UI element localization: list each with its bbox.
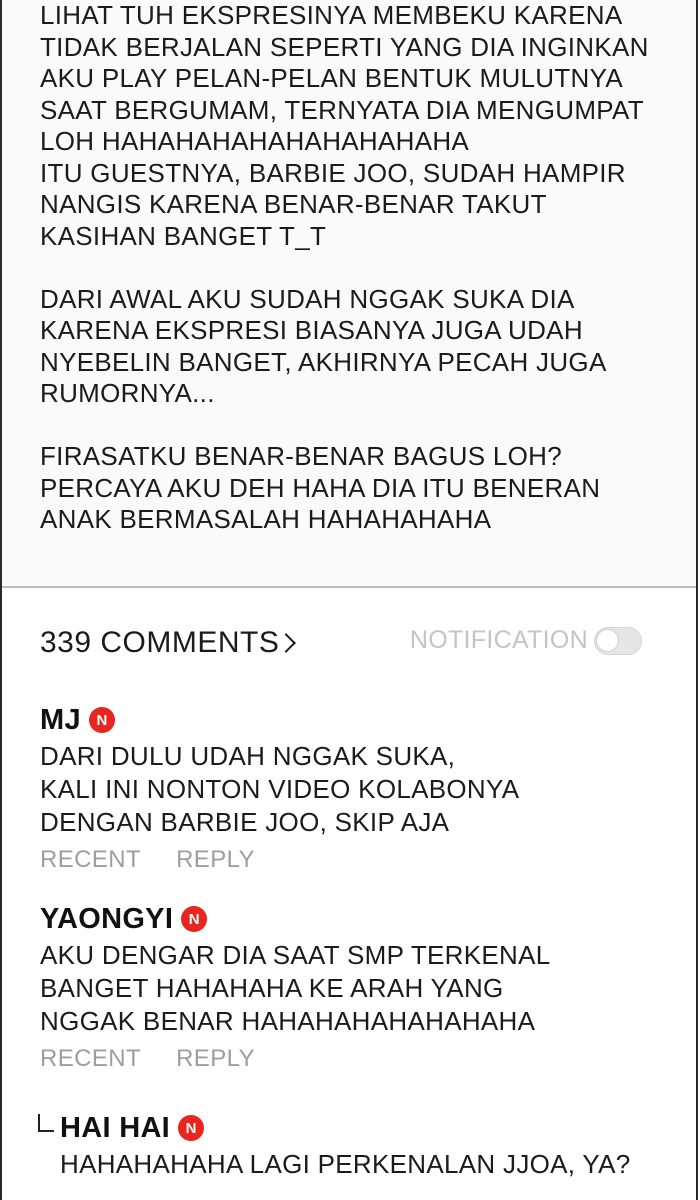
reply-button[interactable]: REPLY (176, 846, 255, 874)
post-line: KASIHAN BANGET T_T (40, 220, 327, 251)
toggle-knob (596, 628, 619, 652)
notification-control: NOTIFICATION (410, 626, 642, 655)
webtoon-panel: LIHAT TUH EKSPRESINYA MEMBEKU KARENA TID… (0, 0, 698, 1200)
post-line: ITU GUESTNYA, BARBIE JOO, SUDAH HAMPIR (40, 157, 626, 188)
post-line: KARENA EKSPRESI BIASANYA JUGA UDAH (40, 315, 583, 345)
post-line: NYEBELIN BANGET, AKHIRNYA PECAH JUGA (40, 346, 607, 377)
comments-section: 339 COMMENTS NOTIFICATION MJ N DARI DULU… (2, 588, 696, 1181)
reply-indent-icon (38, 1114, 54, 1132)
comment-header: HAI HAI N (60, 1108, 696, 1148)
notification-label: NOTIFICATION (409, 626, 588, 654)
commenter-name[interactable]: MJ (40, 704, 81, 737)
commenter-name[interactable]: HAI HAI (60, 1112, 170, 1145)
chevron-right-icon (276, 633, 297, 653)
notification-toggle[interactable] (594, 626, 642, 655)
comment-text-line: DENGAN BARBIE JOO, SKIP AJA (40, 807, 450, 837)
post-line: SAAT BERGUMAM, TERNYATA DIA MENGUMPAT (40, 94, 644, 125)
commenter-name[interactable]: YAONGYI (40, 903, 173, 936)
post-line: AKU PLAY PELAN-PELAN BENTUK MULUTNYA (40, 63, 623, 93)
reply-comment-item: HAI HAI N HAHAHAHAHA LAGI PERKENALAN JJO… (38, 1108, 696, 1181)
comments-count-label: 339 COMMENTS (40, 626, 280, 659)
post-line: ANAK BERMASALAH HAHAHAHAHA (40, 504, 492, 534)
post-line-blank (40, 410, 676, 442)
reply-button[interactable]: REPLY (176, 1045, 255, 1073)
post-line: NANGIS KARENA BENAR-BENAR TAKUT (40, 189, 547, 219)
comment-item: YAONGYI N AKU DENGAR DIA SAAT SMP TERKEN… (40, 899, 696, 1078)
new-badge-icon: N (178, 1115, 205, 1141)
comments-count-link[interactable]: 339 COMMENTS (40, 626, 297, 660)
comment-actions: RECENT REPLY (40, 1040, 696, 1078)
post-line: FIRASATKU BENAR-BENAR BAGUS LOH? (40, 441, 563, 471)
post-line: LOH HAHAHAHAHAHAHAHAHAHA (40, 126, 470, 156)
post-line: RUMORNYA... (40, 378, 215, 408)
comment-header: MJ N (40, 700, 696, 740)
comment-text-line: KALI INI NONTON VIDEO KOLABONYA (40, 774, 520, 804)
comment-actions: RECENT REPLY (40, 841, 696, 879)
comment-item: MJ N DARI DULU UDAH NGGAK SUKA, KALI INI… (40, 700, 696, 879)
recent-link[interactable]: RECENT (40, 846, 141, 874)
comment-text-line: DARI DULU UDAH NGGAK SUKA, (40, 741, 456, 771)
post-line: LIHAT TUH EKSPRESINYA MEMBEKU KARENA (40, 0, 623, 30)
post-line-blank (40, 252, 676, 284)
comments-header: 339 COMMENTS NOTIFICATION (40, 588, 696, 688)
comment-text-line: HAHAHAHAHA LAGI PERKENALAN JJOA, YA? (60, 1149, 631, 1179)
new-badge-icon: N (181, 906, 208, 932)
comment-text-line: NGGAK BENAR HAHAHAHAHAHAHAHA (40, 1006, 536, 1036)
post-body: LIHAT TUH EKSPRESINYA MEMBEKU KARENA TID… (2, 0, 696, 588)
post-line: TIDAK BERJALAN SEPERTI YANG DIA INGINKAN (40, 31, 649, 62)
recent-link[interactable]: RECENT (40, 1045, 141, 1073)
post-line: DARI AWAL AKU SUDAH NGGAK SUKA DIA (40, 283, 575, 314)
comment-text-line: BANGET HAHAHAHA KE ARAH YANG (40, 973, 504, 1003)
new-badge-icon: N (88, 707, 115, 733)
post-line: PERCAYA AKU DEH HAHA DIA ITU BENERAN (40, 472, 601, 503)
comment-header: YAONGYI N (40, 899, 696, 939)
comment-text-line: AKU DENGAR DIA SAAT SMP TERKENAL (40, 940, 551, 970)
